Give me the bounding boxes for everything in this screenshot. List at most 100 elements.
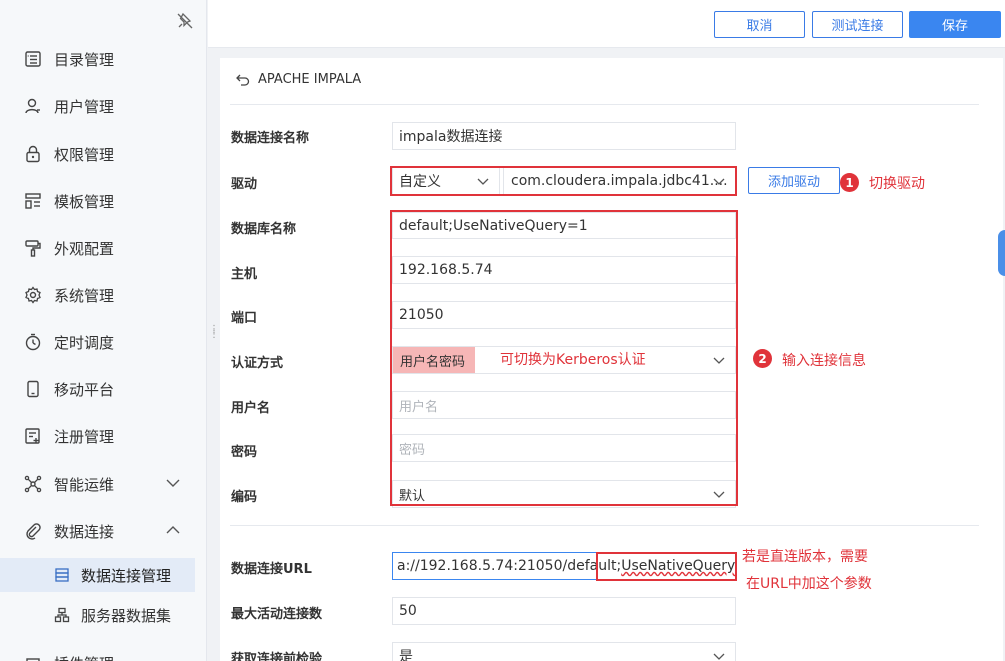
driver-class-value: com.cloudera.impala.jdbc41.... — [511, 173, 728, 189]
sidebar-item-label: 插件管理 — [54, 653, 114, 661]
driver-class-select[interactable]: com.cloudera.impala.jdbc41.... — [503, 167, 736, 195]
driver-type-value: 自定义 — [399, 174, 441, 190]
floating-help-tab[interactable] — [998, 230, 1005, 276]
auth-value: 用户名密码 — [393, 347, 476, 373]
sidebar: 目录管理 用户管理 权限管理 模板管理 外观配置 系统管理 定时调度 移动平台 … — [0, 0, 207, 661]
sidebar-item-label: 注册管理 — [54, 428, 115, 446]
sidebar-item-label: 系统管理 — [54, 287, 115, 305]
sidebar-item-data-connection[interactable]: 数据连接 — [0, 513, 207, 549]
catalog-icon — [25, 51, 41, 67]
password-input[interactable]: 密码 — [392, 434, 736, 462]
cancel-button[interactable]: 取消 — [714, 11, 805, 38]
chevron-down-icon — [477, 178, 489, 185]
sidebar-item-label: 数据连接 — [54, 523, 115, 541]
chevron-down-icon — [166, 479, 180, 487]
database-label: 数据库名称 — [231, 222, 297, 237]
add-driver-button[interactable]: 添加驱动 — [748, 167, 840, 194]
username-label: 用户名 — [231, 401, 271, 416]
connection-name-input[interactable]: impala数据连接 — [392, 122, 736, 150]
register-icon — [25, 428, 40, 444]
database-icon — [55, 568, 69, 582]
sidebar-item-label: 用户管理 — [54, 98, 115, 116]
password-label: 密码 — [231, 445, 258, 460]
test-connection-button[interactable]: 测试连接 — [812, 11, 903, 38]
chevron-down-icon — [713, 178, 725, 185]
url-note-line2: 在URL中加这个参数 — [746, 576, 872, 592]
database-input[interactable]: default;UseNativeQuery=1 — [392, 212, 736, 239]
chevron-down-icon — [713, 653, 725, 660]
chevron-down-icon — [713, 491, 725, 498]
host-label: 主机 — [231, 267, 258, 282]
lock-icon — [26, 145, 40, 163]
sidebar-item-system[interactable]: 系统管理 — [0, 277, 207, 313]
url-note-line1: 若是直连版本，需要 — [742, 549, 868, 565]
timer-icon — [25, 333, 41, 351]
port-label: 端口 — [231, 311, 258, 326]
encoding-label: 编码 — [231, 490, 258, 505]
max-connections-label: 最大活动连接数 — [231, 607, 323, 622]
auth-label: 认证方式 — [231, 356, 284, 371]
url-value-end: =1 — [735, 558, 736, 574]
validate-label: 获取连接前检验 — [231, 652, 323, 661]
connection-form-panel: APACHE IMPALA 数据连接名称 impala数据连接 驱动 自定义 c… — [220, 58, 1003, 661]
host-input[interactable]: 192.168.5.74 — [392, 256, 736, 284]
validate-value: 是 — [399, 649, 413, 661]
sidebar-subitem-server-dataset[interactable]: 服务器数据集 — [0, 598, 207, 632]
username-input[interactable]: 用户名 — [392, 391, 736, 419]
annotation-note-2: 输入连接信息 — [782, 353, 866, 369]
paperclip-icon — [26, 523, 41, 540]
sidebar-item-register[interactable]: 注册管理 — [0, 418, 207, 454]
sidebar-item-catalog[interactable]: 目录管理 — [0, 41, 207, 77]
user-icon — [25, 98, 40, 114]
sidebar-subitem-label: 服务器数据集 — [81, 607, 172, 625]
sidebar-item-label: 外观配置 — [54, 240, 115, 258]
sidebar-subitem-data-connection-mgmt[interactable]: 数据连接管理 — [0, 558, 195, 592]
sidebar-item-label: 智能运维 — [54, 476, 115, 494]
plugin-icon — [26, 658, 40, 661]
max-connections-input[interactable]: 50 — [392, 597, 736, 625]
sidebar-item-label: 定时调度 — [54, 334, 115, 352]
dataset-icon — [54, 607, 70, 623]
sidebar-item-plugins[interactable]: 插件管理 — [0, 645, 207, 661]
back-button[interactable]: APACHE IMPALA — [236, 72, 361, 87]
sidebar-item-users[interactable]: 用户管理 — [0, 88, 207, 124]
sidebar-subitem-label: 数据连接管理 — [81, 567, 172, 585]
mobile-icon — [27, 380, 39, 398]
url-value-prefix: a://192.168.5.74:21050/default; — [397, 558, 622, 574]
url-value-param: UseNativeQuery — [621, 558, 736, 574]
annotation-badge-2: 2 — [753, 349, 772, 368]
sidebar-item-label: 目录管理 — [54, 51, 115, 69]
page-title: APACHE IMPALA — [258, 72, 362, 87]
save-button[interactable]: 保存 — [909, 11, 1001, 38]
driver-label: 驱动 — [231, 177, 258, 192]
sidebar-item-appearance[interactable]: 外观配置 — [0, 230, 207, 266]
divider — [230, 525, 979, 526]
annotation-badge-1: 1 — [840, 173, 859, 192]
chevron-up-icon — [166, 526, 180, 534]
port-input[interactable]: 21050 — [392, 301, 736, 329]
name-label: 数据连接名称 — [231, 131, 310, 146]
driver-type-select[interactable]: 自定义 — [392, 167, 500, 195]
sidebar-item-ops[interactable]: 智能运维 — [0, 466, 207, 502]
encoding-value: 默认 — [399, 488, 426, 504]
sidebar-item-templates[interactable]: 模板管理 — [0, 183, 207, 219]
sidebar-item-schedule[interactable]: 定时调度 — [0, 324, 207, 360]
template-icon — [25, 193, 41, 209]
sidebar-resize-handle[interactable]: ⋮ ⋮ — [209, 325, 219, 340]
divider — [230, 104, 979, 105]
sidebar-item-permissions[interactable]: 权限管理 — [0, 136, 207, 172]
url-input[interactable]: a://192.168.5.74:21050/default; UseNative… — [392, 552, 736, 580]
kerberos-note: 可切换为Kerberos认证 — [500, 352, 646, 368]
validate-select[interactable]: 是 — [392, 642, 736, 661]
sidebar-item-label: 权限管理 — [54, 146, 115, 164]
network-icon — [24, 475, 42, 493]
sidebar-item-label: 移动平台 — [54, 381, 115, 399]
sidebar-item-label: 模板管理 — [54, 193, 115, 211]
url-label: 数据连接URL — [231, 562, 312, 577]
pin-icon[interactable] — [176, 12, 194, 30]
sidebar-item-mobile[interactable]: 移动平台 — [0, 371, 207, 407]
paint-roller-icon — [25, 240, 41, 257]
chevron-down-icon — [713, 357, 725, 364]
encoding-select[interactable]: 默认 — [392, 480, 736, 508]
annotation-note-1: 切换驱动 — [869, 176, 925, 192]
